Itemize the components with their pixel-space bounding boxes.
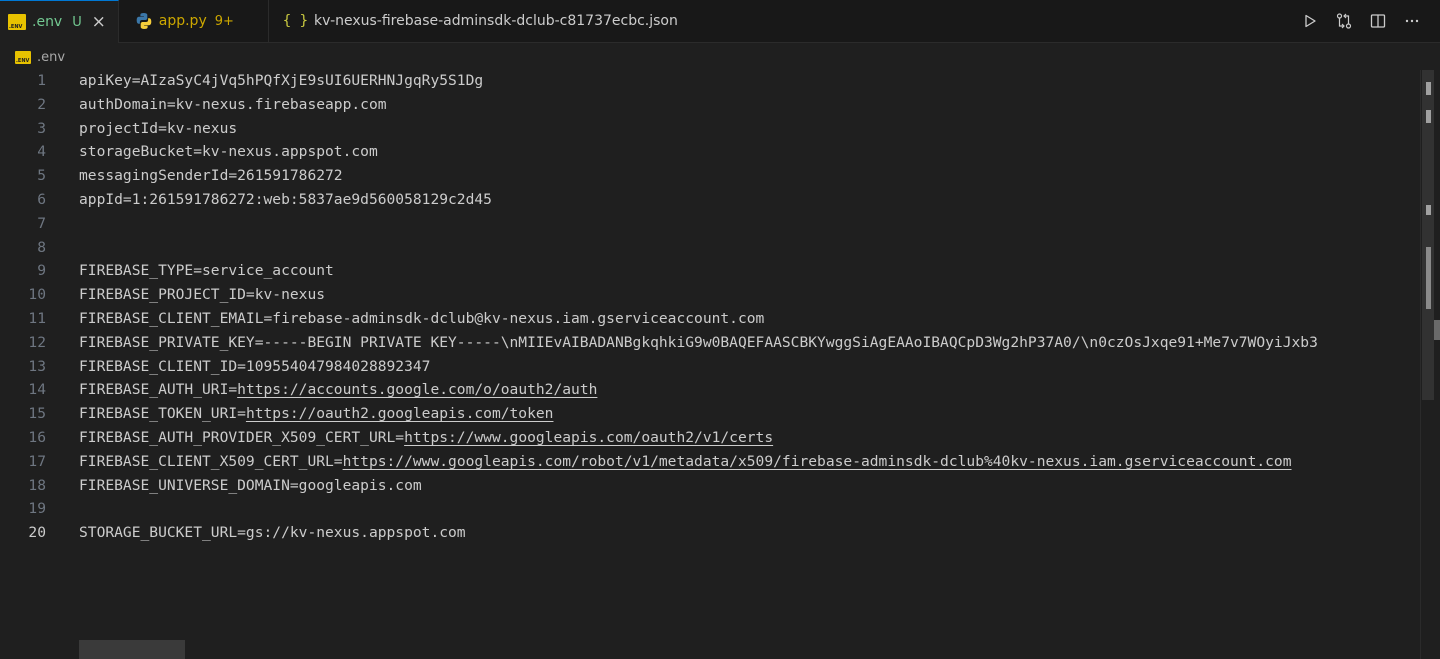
- code-line[interactable]: 10 FIREBASE_PROJECT_ID=kv-nexus: [0, 283, 1420, 307]
- env-file-icon: [8, 14, 26, 30]
- split-editor-icon[interactable]: [1368, 11, 1388, 31]
- scrollbar-marker: [1426, 110, 1431, 123]
- code-text[interactable]: FIREBASE_AUTH_PROVIDER_X509_CERT_URL=htt…: [79, 426, 773, 450]
- code-text[interactable]: FIREBASE_CLIENT_X509_CERT_URL=https://ww…: [79, 450, 1292, 474]
- code-text[interactable]: FIREBASE_TYPE=service_account: [79, 259, 334, 283]
- line-number: 20: [28, 524, 46, 542]
- line-number: 5: [37, 167, 46, 185]
- line-number: 8: [37, 238, 46, 256]
- env-file-icon: [15, 50, 31, 64]
- code-line[interactable]: 3 projectId=kv-nexus: [0, 117, 1420, 141]
- problems-badge: 9+: [214, 13, 234, 29]
- more-actions-icon[interactable]: [1402, 11, 1422, 31]
- code-line[interactable]: 16 FIREBASE_AUTH_PROVIDER_X509_CERT_URL=h…: [0, 426, 1420, 450]
- code-editor[interactable]: 1 apiKey=AIzaSyC4jVq5hPQfXjE9sUI6UERHNJgq…: [0, 70, 1420, 659]
- scrollbar-marker: [1426, 247, 1431, 309]
- code-line[interactable]: 9 FIREBASE_TYPE=service_account: [0, 259, 1420, 283]
- scrollbar-marker: [1426, 205, 1431, 215]
- code-text[interactable]: FIREBASE_CLIENT_ID=109554047984028892347: [79, 355, 430, 379]
- tab-app-py-label: app.py: [158, 13, 207, 29]
- breadcrumb-file[interactable]: .env: [37, 50, 65, 65]
- breadcrumb: .env: [0, 44, 1440, 70]
- line-number: 7: [37, 214, 46, 232]
- code-text[interactable]: projectId=kv-nexus: [79, 117, 237, 141]
- untracked-badge: U: [72, 14, 82, 30]
- tab-env[interactable]: .env U ×: [0, 0, 119, 43]
- code-line[interactable]: 15 FIREBASE_TOKEN_URI=https://oauth2.goog…: [0, 402, 1420, 426]
- scrollbar-marker: [1426, 82, 1431, 95]
- code-line[interactable]: 14 FIREBASE_AUTH_URI=https://accounts.goo…: [0, 378, 1420, 402]
- line-number: 9: [37, 262, 46, 280]
- code-line[interactable]: 1 apiKey=AIzaSyC4jVq5hPQfXjE9sUI6UERHNJgq…: [0, 70, 1420, 93]
- line-number: 17: [28, 452, 46, 470]
- code-line[interactable]: 13 FIREBASE_CLIENT_ID=1095540479840288923…: [0, 355, 1420, 379]
- env-key: FIREBASE_CLIENT_X509_CERT_URL=: [79, 452, 343, 470]
- code-line[interactable]: 8: [0, 236, 1420, 260]
- code-line[interactable]: 17 FIREBASE_CLIENT_X509_CERT_URL=https://…: [0, 450, 1420, 474]
- line-number: 6: [37, 191, 46, 208]
- editor-actions: [1300, 0, 1422, 42]
- line-number: 15: [28, 405, 46, 423]
- python-icon: [136, 13, 152, 29]
- url-link[interactable]: https://www.googleapis.com/robot/v1/meta…: [343, 453, 1292, 470]
- line-number: 11: [28, 310, 46, 327]
- line-number: 16: [28, 429, 46, 446]
- code-line[interactable]: 6 appId=1:261591786272:web:5837ae9d560058…: [0, 188, 1420, 212]
- tab-json-label: kv-nexus-firebase-adminsdk-dclub-c81737e…: [314, 13, 678, 29]
- code-text[interactable]: FIREBASE_PROJECT_ID=kv-nexus: [79, 283, 325, 307]
- overview-ruler: [1434, 70, 1440, 659]
- line-number: 18: [28, 476, 46, 494]
- line-number: 12: [28, 333, 46, 351]
- tab-app-py[interactable]: app.py 9+: [118, 0, 269, 42]
- code-line[interactable]: 19: [0, 497, 1420, 521]
- code-text[interactable]: storageBucket=kv-nexus.appspot.com: [79, 140, 378, 164]
- code-text[interactable]: apiKey=AIzaSyC4jVq5hPQfXjE9sUI6UERHNJgqR…: [79, 70, 483, 93]
- url-link[interactable]: https://www.googleapis.com/oauth2/v1/cer…: [404, 429, 773, 446]
- code-line[interactable]: 2 authDomain=kv-nexus.firebaseapp.com: [0, 93, 1420, 117]
- env-key: FIREBASE_AUTH_URI=: [79, 381, 238, 399]
- url-link[interactable]: https://accounts.google.com/o/oauth2/aut…: [237, 381, 597, 398]
- editor-tab-bar: .env U × app.py 9+ { } kv-nexus-firebase…: [0, 0, 1440, 43]
- line-number: 3: [37, 119, 46, 137]
- code-line[interactable]: 20 STORAGE_BUCKET_URL=gs://kv-nexus.appsp…: [0, 521, 1420, 545]
- tab-service-account-json[interactable]: { } kv-nexus-firebase-adminsdk-dclub-c81…: [268, 0, 688, 42]
- code-text[interactable]: FIREBASE_AUTH_URI=https://accounts.googl…: [79, 378, 597, 402]
- code-text[interactable]: messagingSenderId=261591786272: [79, 164, 343, 188]
- line-number: 19: [28, 500, 46, 518]
- code-line[interactable]: 18 FIREBASE_UNIVERSE_DOMAIN=googleapis.co…: [0, 474, 1420, 498]
- line-number: 10: [28, 286, 46, 304]
- tab-env-label: .env: [32, 14, 63, 30]
- line-number: 13: [28, 357, 46, 375]
- line-number: 4: [37, 143, 46, 161]
- close-icon[interactable]: ×: [90, 12, 108, 32]
- horizontal-scrollbar-thumb[interactable]: [79, 640, 185, 659]
- env-key: FIREBASE_TOKEN_URI=: [79, 405, 246, 423]
- code-text[interactable]: STORAGE_BUCKET_URL=gs://kv-nexus.appspot…: [79, 521, 466, 545]
- env-key: FIREBASE_AUTH_PROVIDER_X509_CERT_URL=: [79, 429, 405, 446]
- code-text[interactable]: FIREBASE_CLIENT_EMAIL=firebase-adminsdk-…: [79, 307, 764, 331]
- json-file-icon: { }: [282, 13, 309, 29]
- code-line[interactable]: 5 messagingSenderId=261591786272: [0, 164, 1420, 188]
- compare-changes-icon[interactable]: [1334, 11, 1354, 31]
- code-text[interactable]: authDomain=kv-nexus.firebaseapp.com: [79, 93, 387, 117]
- line-number: 14: [28, 381, 46, 399]
- code-line[interactable]: 12 FIREBASE_PRIVATE_KEY=-----BEGIN PRIVAT…: [0, 331, 1420, 355]
- play-icon[interactable]: [1300, 11, 1320, 31]
- vertical-scrollbar[interactable]: [1420, 70, 1434, 659]
- url-link[interactable]: https://oauth2.googleapis.com/token: [246, 405, 554, 422]
- line-number: 2: [37, 95, 46, 113]
- line-number: 1: [37, 72, 46, 89]
- code-text[interactable]: FIREBASE_UNIVERSE_DOMAIN=googleapis.com: [79, 474, 422, 498]
- code-line[interactable]: 4 storageBucket=kv-nexus.appspot.com: [0, 140, 1420, 164]
- code-text[interactable]: appId=1:261591786272:web:5837ae9d5600581…: [79, 188, 492, 212]
- code-line[interactable]: 7: [0, 212, 1420, 236]
- code-line[interactable]: 11 FIREBASE_CLIENT_EMAIL=firebase-adminsd…: [0, 307, 1420, 331]
- code-text[interactable]: FIREBASE_PRIVATE_KEY=-----BEGIN PRIVATE …: [79, 331, 1318, 355]
- code-text[interactable]: FIREBASE_TOKEN_URI=https://oauth2.google…: [79, 402, 553, 426]
